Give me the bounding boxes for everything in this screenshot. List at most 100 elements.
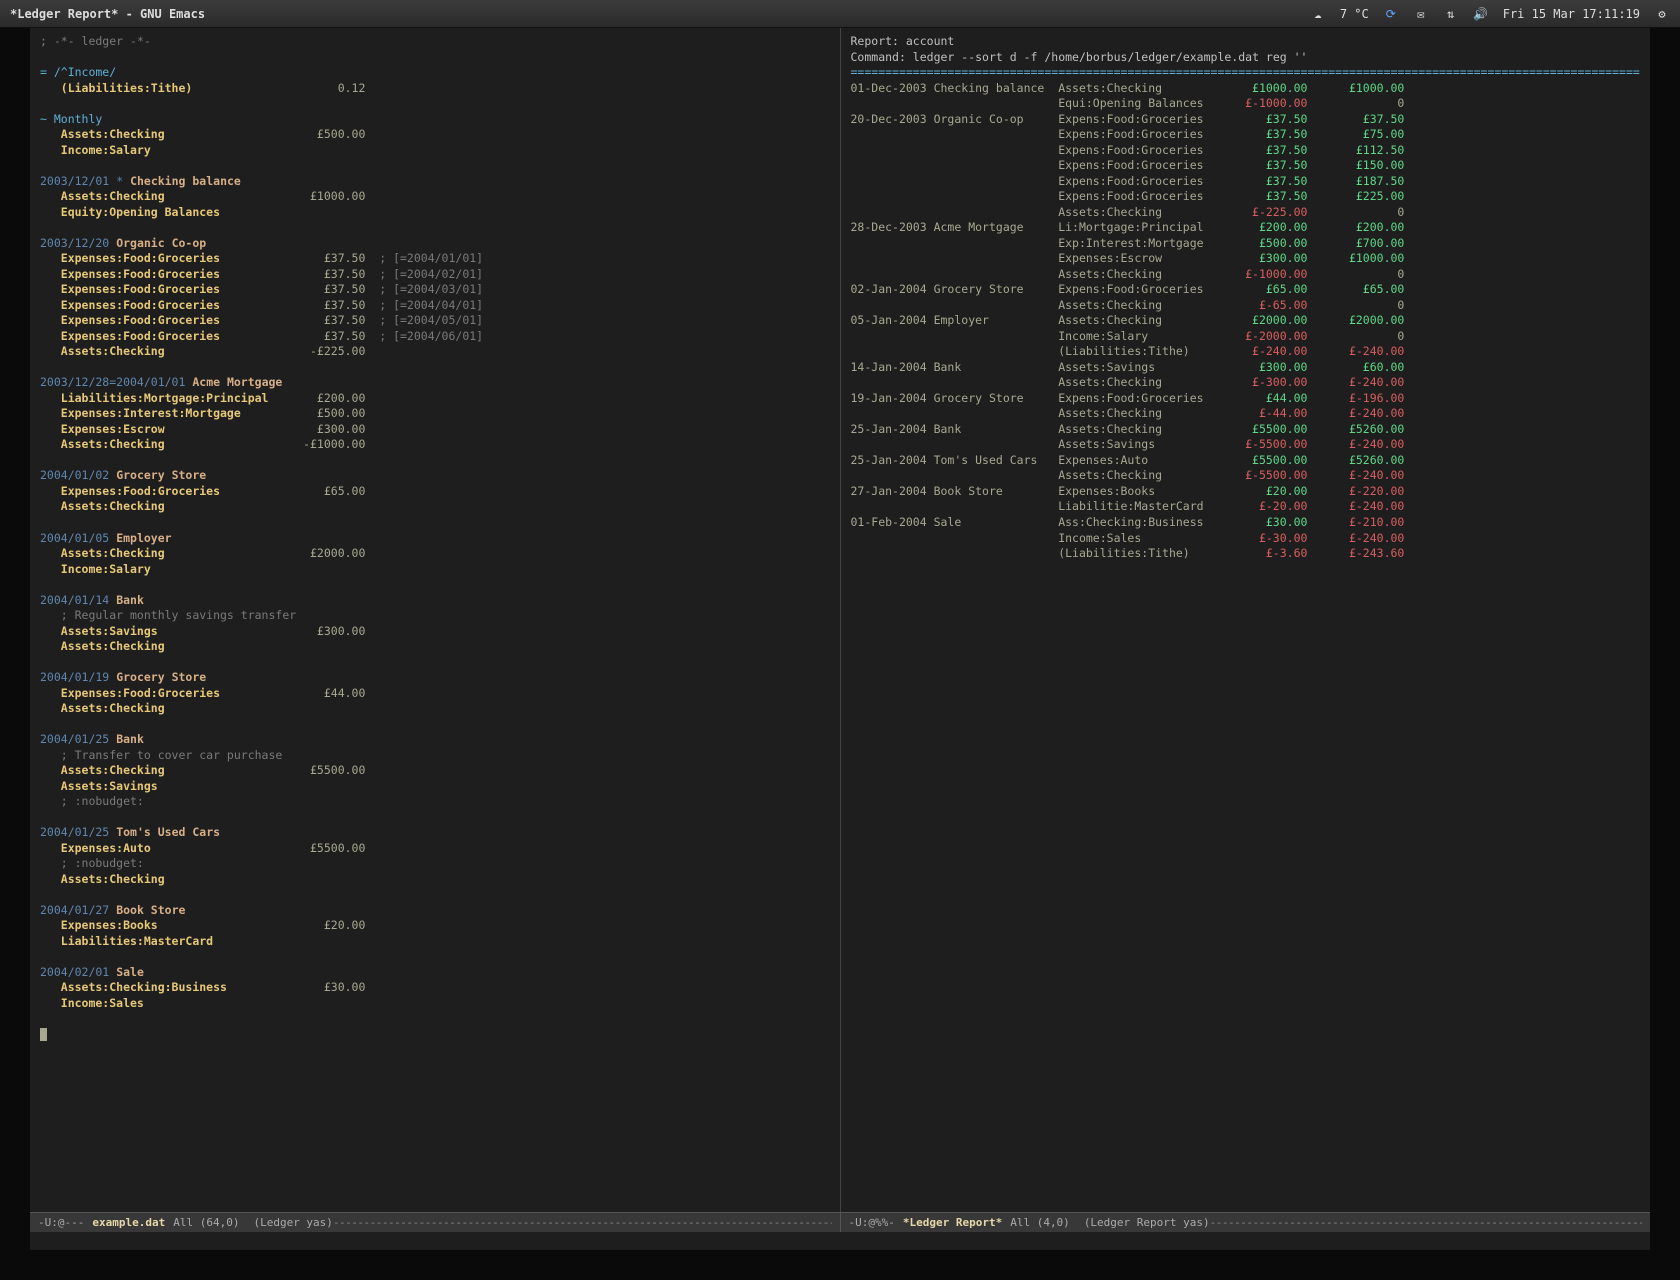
report-row: 19-Jan-2004Grocery StoreExpens:Food:Groc…: [851, 391, 1641, 407]
source-line: [40, 158, 830, 174]
source-line: Income:Sales: [40, 996, 830, 1012]
report-row: (Liabilities:Tithe)£-3.60£-243.60: [851, 546, 1641, 562]
source-line: [40, 515, 830, 531]
source-line: 2003/12/01 * Checking balance: [40, 174, 830, 190]
source-line: Liabilities:Mortgage:Principal£200.00: [40, 391, 830, 407]
source-line: Assets:Checking: [40, 639, 830, 655]
source-line: [40, 50, 830, 66]
source-line: = /^Income/: [40, 65, 830, 81]
report-row: Liabilitie:MasterCard£-20.00£-240.00: [851, 499, 1641, 515]
source-line: Assets:Checking: [40, 872, 830, 888]
right-buffer-ledger-report[interactable]: Report: accountCommand: ledger --sort d …: [841, 28, 1651, 1212]
gnome-topbar: *Ledger Report* - GNU Emacs ☁ 7 °C ⟳ ✉ ⇅…: [0, 0, 1680, 28]
mail-icon[interactable]: ✉: [1413, 6, 1429, 22]
left-buffer-example-dat[interactable]: ; -*- ledger -*- = /^Income/(Liabilities…: [30, 28, 841, 1212]
report-row: 01-Dec-2003Checking balanceAssets:Checki…: [851, 81, 1641, 97]
clock: Fri 15 Mar 17:11:19: [1503, 7, 1640, 21]
source-line: Equity:Opening Balances: [40, 205, 830, 221]
source-line: [40, 220, 830, 236]
source-line: Expenses:Food:Groceries£37.50; [=2004/06…: [40, 329, 830, 345]
source-line: ; -*- ledger -*-: [40, 34, 830, 50]
ml-buffer-name: example.dat: [92, 1216, 165, 1229]
ml-fill: ----------------------------------------…: [1210, 1216, 1642, 1229]
source-line: Expenses:Escrow£300.00: [40, 422, 830, 438]
source-line: Expenses:Food:Groceries£37.50; [=2004/02…: [40, 267, 830, 283]
source-line: Assets:Checking-£1000.00: [40, 437, 830, 453]
report-row: (Liabilities:Tithe)£-240.00£-240.00: [851, 344, 1641, 360]
source-line: 2004/02/01 Sale: [40, 965, 830, 981]
report-row: 27-Jan-2004Book StoreExpenses:Books£20.0…: [851, 484, 1641, 500]
source-line: (Liabilities:Tithe)0.12: [40, 81, 830, 97]
report-row: 25-Jan-2004Tom's Used CarsExpenses:Auto£…: [851, 453, 1641, 469]
report-row: Exp:Interest:Mortgage£500.00£700.00: [851, 236, 1641, 252]
ml-position: All (4,0): [1010, 1216, 1070, 1229]
report-row: Expens:Food:Groceries£37.50£112.50: [851, 143, 1641, 159]
weather-icon[interactable]: ☁: [1310, 6, 1326, 22]
ml-mode: (Ledger yas): [253, 1216, 332, 1229]
report-row: Assets:Checking£-225.000: [851, 205, 1641, 221]
report-row: 05-Jan-2004EmployerAssets:Checking£2000.…: [851, 313, 1641, 329]
minibuffer[interactable]: [30, 1232, 1650, 1250]
source-line: 2003/12/28=2004/01/01 Acme Mortgage: [40, 375, 830, 391]
source-line: Assets:Savings: [40, 779, 830, 795]
report-row: Assets:Checking£-65.000: [851, 298, 1641, 314]
report-row: Income:Sales£-30.00£-240.00: [851, 531, 1641, 547]
source-line: [40, 1011, 830, 1027]
source-line: Income:Salary: [40, 143, 830, 159]
volume-icon[interactable]: 🔊: [1473, 6, 1489, 22]
report-line: Command: ledger --sort d -f /home/borbus…: [851, 50, 1641, 66]
source-line: ~ Monthly: [40, 112, 830, 128]
ml-fill: ----------------------------------------…: [333, 1216, 832, 1229]
report-row: Income:Salary£-2000.000: [851, 329, 1641, 345]
source-line: Assets:Checking£2000.00: [40, 546, 830, 562]
source-line: Expenses:Interest:Mortgage£500.00: [40, 406, 830, 422]
report-row: 20-Dec-2003Organic Co-opExpens:Food:Groc…: [851, 112, 1641, 128]
source-line: [40, 810, 830, 826]
report-row: Assets:Savings£-5500.00£-240.00: [851, 437, 1641, 453]
report-row: Assets:Checking£-1000.000: [851, 267, 1641, 283]
source-line: Expenses:Food:Groceries£37.50; [=2004/05…: [40, 313, 830, 329]
source-line: Assets:Checking£5500.00: [40, 763, 830, 779]
report-row: Expens:Food:Groceries£37.50£225.00: [851, 189, 1641, 205]
source-line: ; Transfer to cover car purchase: [40, 748, 830, 764]
source-line: 2004/01/25 Tom's Used Cars: [40, 825, 830, 841]
network-icon[interactable]: ⇅: [1443, 6, 1459, 22]
report-row: Expenses:Escrow£300.00£1000.00: [851, 251, 1641, 267]
report-row: Expens:Food:Groceries£37.50£75.00: [851, 127, 1641, 143]
emacs-frame: ; -*- ledger -*- = /^Income/(Liabilities…: [30, 28, 1650, 1250]
report-row: 14-Jan-2004BankAssets:Savings£300.00£60.…: [851, 360, 1641, 376]
source-line: ; :nobudget:: [40, 794, 830, 810]
weather-text: 7 °C: [1340, 7, 1369, 21]
source-line: [40, 577, 830, 593]
source-line: [40, 453, 830, 469]
report-row: 28-Dec-2003Acme MortgageLi:Mortgage:Prin…: [851, 220, 1641, 236]
source-line: Assets:Checking£500.00: [40, 127, 830, 143]
modeline-left: -U:@--- example.dat All (64,0) (Ledger y…: [30, 1213, 840, 1232]
window-title: *Ledger Report* - GNU Emacs: [10, 7, 1310, 21]
source-line: 2004/01/27 Book Store: [40, 903, 830, 919]
ml-status: -U:@%%-: [849, 1216, 895, 1229]
ml-mode: (Ledger Report yas): [1084, 1216, 1210, 1229]
source-line: Assets:Checking£1000.00: [40, 189, 830, 205]
modeline: -U:@--- example.dat All (64,0) (Ledger y…: [30, 1212, 1650, 1232]
settings-icon[interactable]: ⚙: [1654, 6, 1670, 22]
report-row: Expens:Food:Groceries£37.50£187.50: [851, 174, 1641, 190]
source-line: 2004/01/14 Bank: [40, 593, 830, 609]
ml-position: All (64,0): [173, 1216, 239, 1229]
refresh-icon[interactable]: ⟳: [1383, 6, 1399, 22]
source-line: [40, 360, 830, 376]
source-line: 2004/01/02 Grocery Store: [40, 468, 830, 484]
source-line: Expenses:Food:Groceries£37.50; [=2004/03…: [40, 282, 830, 298]
report-row: Expens:Food:Groceries£37.50£150.00: [851, 158, 1641, 174]
source-line: 2003/12/20 Organic Co-op: [40, 236, 830, 252]
desktop: *Ledger Report* - GNU Emacs ☁ 7 °C ⟳ ✉ ⇅…: [0, 0, 1680, 1280]
ml-status: -U:@---: [38, 1216, 84, 1229]
source-line: Expenses:Auto£5500.00: [40, 841, 830, 857]
source-line: Assets:Checking:Business£30.00: [40, 980, 830, 996]
source-line: [40, 96, 830, 112]
source-line: ; Regular monthly savings transfer: [40, 608, 830, 624]
source-line: Expenses:Books£20.00: [40, 918, 830, 934]
report-row: Equi:Opening Balances£-1000.000: [851, 96, 1641, 112]
source-line: Expenses:Food:Groceries£37.50; [=2004/01…: [40, 251, 830, 267]
source-line: Expenses:Food:Groceries£65.00: [40, 484, 830, 500]
